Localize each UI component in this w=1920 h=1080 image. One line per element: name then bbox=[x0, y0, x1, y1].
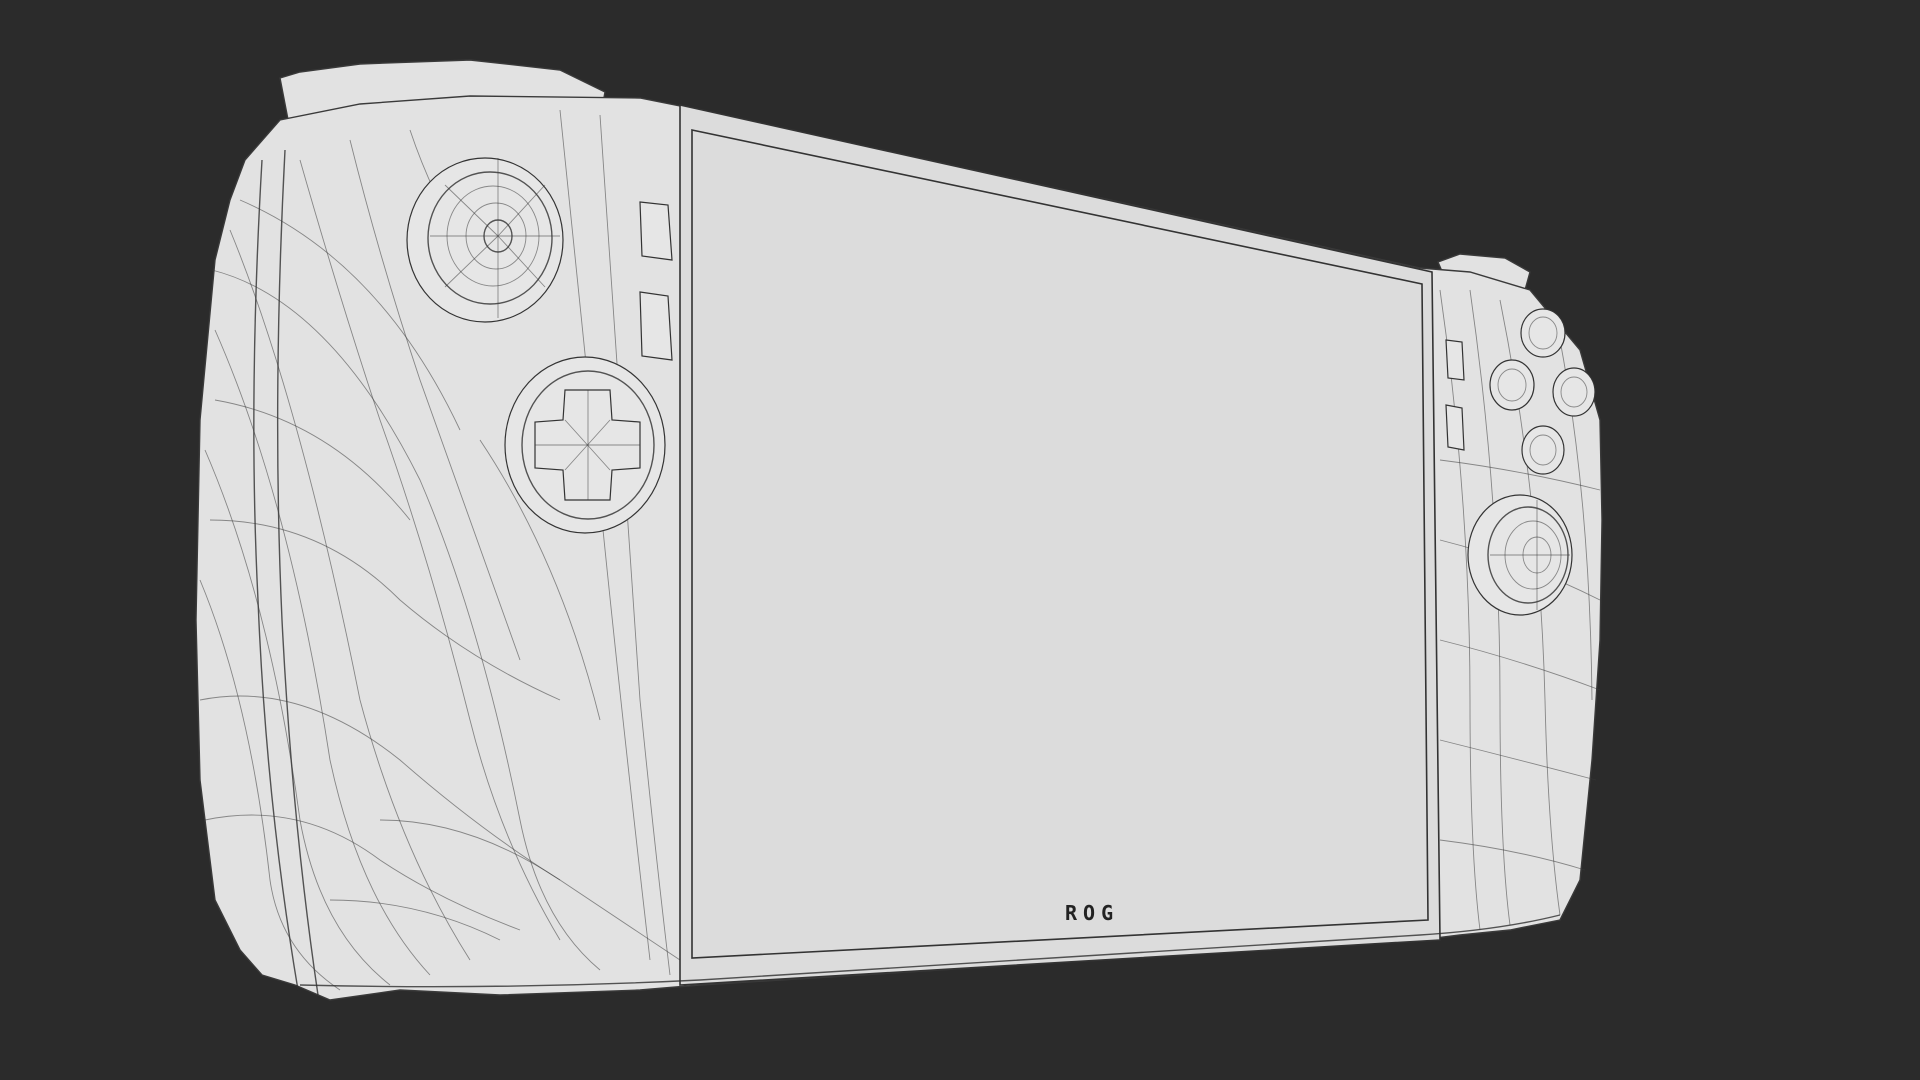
right-analog-stick bbox=[1467, 494, 1573, 616]
face-button-bottom bbox=[1521, 425, 1565, 475]
render-viewport: ROG bbox=[0, 0, 1920, 1080]
handheld-wireframe-render: ROG bbox=[195, 59, 1603, 1001]
brand-logo-text: ROG bbox=[1065, 901, 1119, 925]
face-button-left bbox=[1489, 359, 1535, 411]
face-button-right bbox=[1552, 367, 1596, 417]
face-button-top bbox=[1520, 308, 1566, 358]
dpad bbox=[504, 356, 666, 534]
left-analog-stick bbox=[406, 157, 564, 323]
